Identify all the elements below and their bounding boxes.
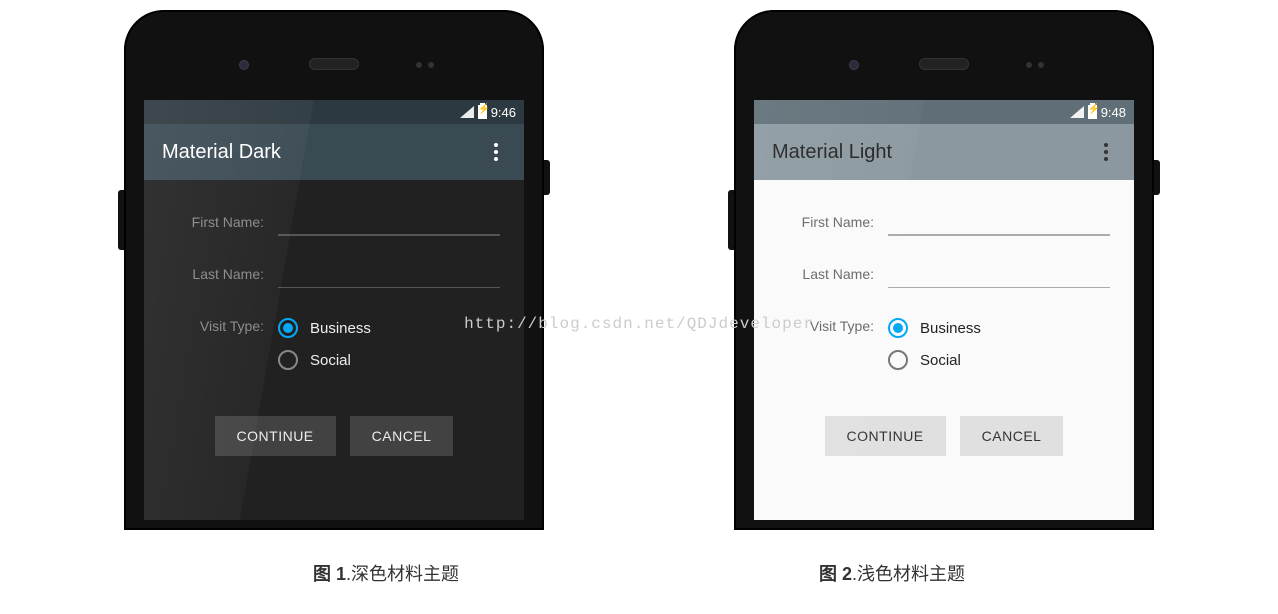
caption-fig2-prefix: 图 2 (819, 564, 852, 584)
last-name-row: Last Name: (778, 260, 1110, 288)
radio-unchecked-icon (888, 350, 908, 370)
appbar-title: Material Dark (162, 141, 281, 164)
signal-icon (460, 106, 474, 118)
speaker-icon (309, 58, 359, 70)
form-dark: First Name: Last Name: Visit Type: Busin… (144, 180, 524, 456)
camera-icon (239, 60, 249, 70)
phone-top-light (744, 20, 1144, 100)
battery-icon (478, 105, 487, 119)
form-light: First Name: Last Name: Visit Type: Busin… (754, 180, 1134, 456)
continue-button[interactable]: CONTINUE (825, 416, 946, 456)
screen-light: 9:48 Material Light First Name: Last Nam… (754, 100, 1134, 520)
captions-row: 图 1.深色材料主题 图 2.浅色材料主题 (0, 560, 1278, 586)
first-name-label: First Name: (778, 214, 888, 230)
visit-type-row: Visit Type: Business Social (168, 312, 500, 376)
radio-business-label: Business (310, 320, 371, 337)
button-row-light: CONTINUE CANCEL (778, 416, 1110, 456)
signal-icon (1070, 106, 1084, 118)
radio-social[interactable]: Social (888, 344, 1110, 376)
radio-unchecked-icon (278, 350, 298, 370)
first-name-input[interactable] (278, 208, 500, 236)
statusbar-dark: 9:46 (144, 100, 524, 124)
cancel-button[interactable]: CANCEL (960, 416, 1064, 456)
cancel-button[interactable]: CANCEL (350, 416, 454, 456)
visit-type-radio-group: Business Social (888, 312, 1110, 376)
sensors-icon (1026, 62, 1044, 68)
speaker-icon (919, 58, 969, 70)
last-name-row: Last Name: (168, 260, 500, 288)
battery-icon (1088, 105, 1097, 119)
status-time: 9:46 (491, 105, 516, 120)
camera-icon (849, 60, 859, 70)
phone-top-dark (134, 20, 534, 100)
visit-type-radio-group: Business Social (278, 312, 500, 376)
screen-dark: 9:46 Material Dark First Name: Last Name… (144, 100, 524, 520)
caption-fig1-prefix: 图 1 (313, 564, 346, 584)
caption-fig1: 图 1.深色材料主题 (313, 560, 459, 586)
sensors-icon (416, 62, 434, 68)
caption-fig2-text: .浅色材料主题 (852, 564, 965, 584)
radio-checked-icon (278, 318, 298, 338)
visit-type-label: Visit Type: (778, 312, 888, 334)
radio-social[interactable]: Social (278, 344, 500, 376)
appbar-title: Material Light (772, 141, 892, 164)
radio-checked-icon (888, 318, 908, 338)
radio-business[interactable]: Business (278, 312, 500, 344)
radio-social-label: Social (310, 352, 351, 369)
appbar-dark: Material Dark (144, 124, 524, 180)
continue-button[interactable]: CONTINUE (215, 416, 336, 456)
first-name-input[interactable] (888, 208, 1110, 236)
radio-social-label: Social (920, 352, 961, 369)
last-name-label: Last Name: (168, 266, 278, 282)
statusbar-light: 9:48 (754, 100, 1134, 124)
caption-fig2: 图 2.浅色材料主题 (819, 560, 965, 586)
last-name-label: Last Name: (778, 266, 888, 282)
radio-business-label: Business (920, 320, 981, 337)
last-name-input[interactable] (888, 260, 1110, 288)
first-name-label: First Name: (168, 214, 278, 230)
overflow-menu-icon[interactable] (1096, 135, 1116, 169)
last-name-input[interactable] (278, 260, 500, 288)
overflow-menu-icon[interactable] (486, 135, 506, 169)
first-name-row: First Name: (168, 208, 500, 236)
radio-business[interactable]: Business (888, 312, 1110, 344)
status-time: 9:48 (1101, 105, 1126, 120)
phone-dark: 9:46 Material Dark First Name: Last Name… (124, 10, 544, 530)
visit-type-label: Visit Type: (168, 312, 278, 334)
phones-row: 9:46 Material Dark First Name: Last Name… (0, 0, 1278, 530)
phone-light: 9:48 Material Light First Name: Last Nam… (734, 10, 1154, 530)
caption-fig1-text: .深色材料主题 (346, 564, 459, 584)
visit-type-row: Visit Type: Business Social (778, 312, 1110, 376)
button-row-dark: CONTINUE CANCEL (168, 416, 500, 456)
appbar-light: Material Light (754, 124, 1134, 180)
first-name-row: First Name: (778, 208, 1110, 236)
